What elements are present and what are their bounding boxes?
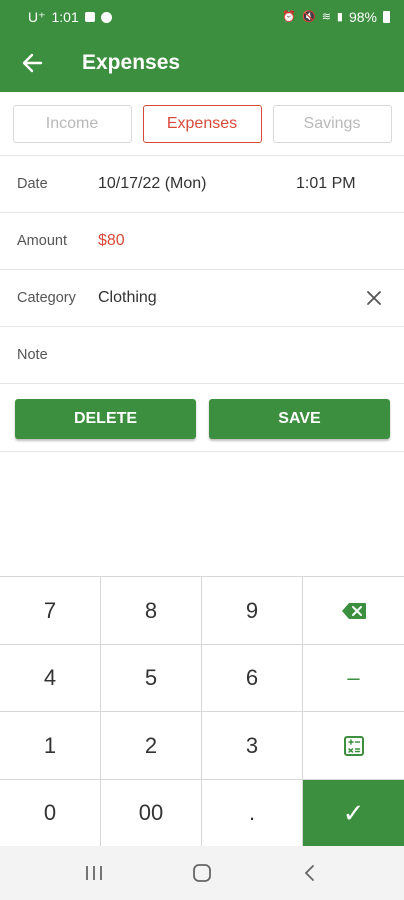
home-icon [193, 864, 211, 882]
time-value[interactable]: 1:01 PM [296, 175, 356, 193]
key-decimal[interactable]: . [202, 780, 303, 847]
note-label: Note [17, 347, 48, 363]
note-row[interactable]: Note [0, 327, 404, 384]
signal-icon: ▮ [336, 10, 343, 23]
numeric-keypad: 7 8 9 4 5 6 – 1 2 3 0 00 . ✓ [0, 576, 404, 847]
system-back-button[interactable] [280, 853, 340, 893]
date-value[interactable]: 10/17/22 (Mon) [98, 175, 207, 193]
gallery-notification-icon [84, 12, 95, 22]
key-5[interactable]: 5 [101, 645, 202, 712]
amount-value[interactable]: $80 [98, 232, 125, 250]
key-7[interactable]: 7 [0, 577, 101, 645]
key-6[interactable]: 6 [202, 645, 303, 712]
confirm-key[interactable]: ✓ [303, 780, 404, 847]
save-button[interactable]: SAVE [209, 398, 390, 439]
alarm-icon: ⏰ [282, 10, 296, 23]
key-8[interactable]: 8 [101, 577, 202, 645]
key-9[interactable]: 9 [202, 577, 303, 645]
back-arrow-icon [22, 53, 43, 73]
amount-row[interactable]: Amount $80 [0, 213, 404, 270]
carrier-label: U⁺ [28, 8, 46, 25]
app-bar: Expenses [0, 34, 404, 92]
close-icon [367, 291, 381, 305]
action-bar: DELETE SAVE [0, 386, 404, 452]
backspace-key[interactable] [303, 577, 404, 645]
wifi-icon: ≋ [321, 10, 331, 23]
home-button[interactable] [172, 853, 232, 893]
type-tabs: Income Expenses Savings [0, 92, 404, 156]
tab-income[interactable]: Income [12, 104, 132, 143]
key-00[interactable]: 00 [101, 780, 202, 847]
battery-percent: 98% [348, 9, 377, 25]
back-button[interactable] [0, 34, 64, 92]
battery-icon [383, 11, 390, 23]
recent-apps-icon [86, 866, 102, 880]
category-row[interactable]: Category Clothing [0, 270, 404, 327]
backspace-icon [341, 602, 366, 619]
tab-savings[interactable]: Savings [272, 104, 392, 143]
date-row[interactable]: Date 10/17/22 (Mon) 1:01 PM [0, 156, 404, 213]
delete-button[interactable]: DELETE [15, 398, 196, 439]
recent-apps-button[interactable] [64, 853, 124, 893]
key-0[interactable]: 0 [0, 780, 101, 847]
calculator-icon [343, 735, 364, 756]
calculator-key[interactable] [303, 712, 404, 780]
key-2[interactable]: 2 [101, 712, 202, 780]
minus-key[interactable]: – [303, 645, 404, 712]
tab-expenses[interactable]: Expenses [142, 104, 262, 143]
message-notification-icon [100, 11, 112, 23]
amount-label: Amount [17, 233, 67, 249]
key-1[interactable]: 1 [0, 712, 101, 780]
key-3[interactable]: 3 [202, 712, 303, 780]
key-4[interactable]: 4 [0, 645, 101, 712]
clear-category-button[interactable] [364, 288, 384, 308]
page-title: Expenses [82, 51, 181, 74]
mute-icon: 🔇 [301, 10, 316, 23]
date-label: Date [17, 176, 48, 192]
entry-form: Date 10/17/22 (Mon) 1:01 PM Amount $80 C… [0, 156, 404, 384]
chevron-left-icon [304, 865, 314, 881]
status-time: 1:01 [51, 9, 79, 25]
category-value[interactable]: Clothing [98, 289, 157, 307]
category-label: Category [17, 290, 76, 306]
system-nav-bar [0, 846, 404, 900]
status-bar: U⁺ 1:01 ⏰ 🔇 ≋ ▮ 98% [0, 0, 404, 34]
